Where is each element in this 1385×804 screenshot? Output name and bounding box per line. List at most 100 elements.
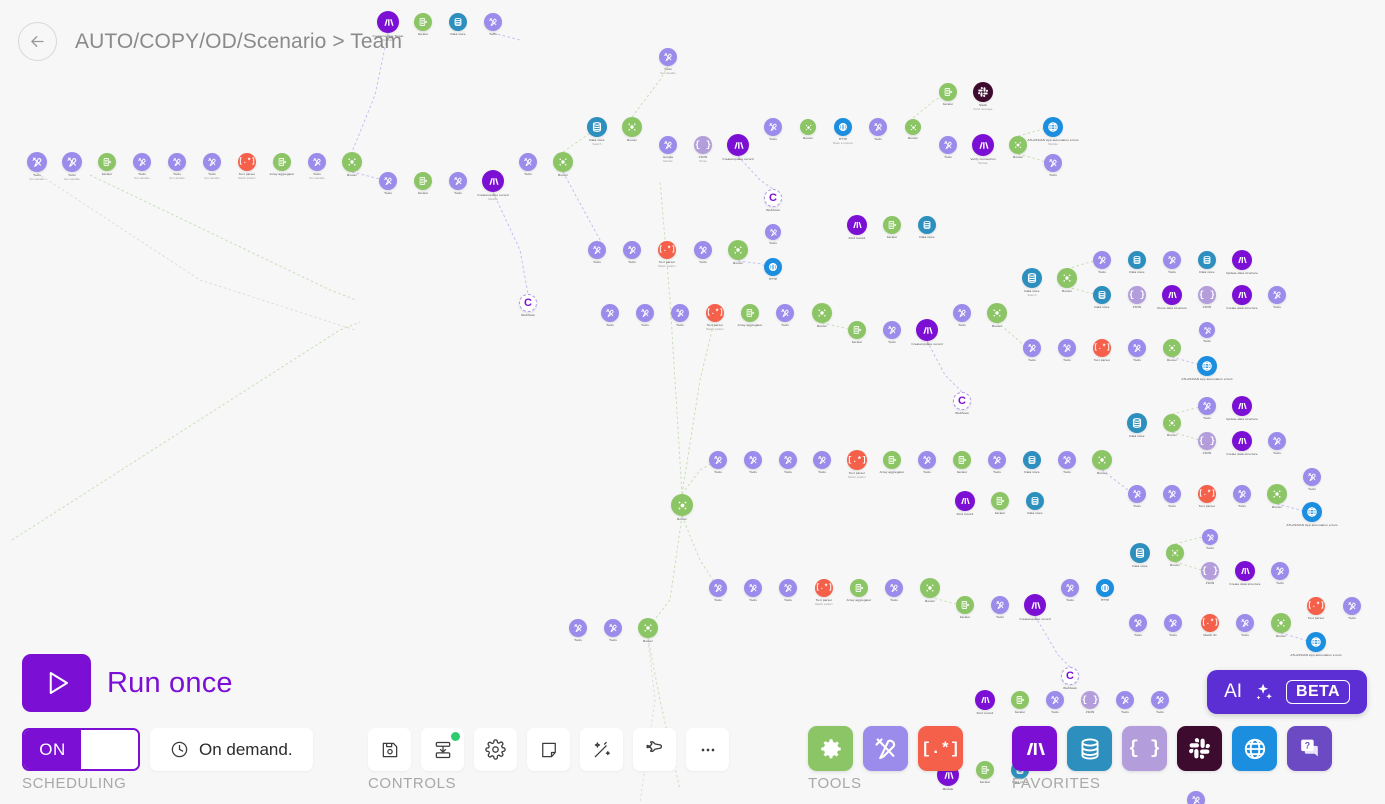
scenario-node[interactable]: C Webhook xyxy=(764,189,782,212)
node-router-icon[interactable] xyxy=(800,119,816,135)
scenario-node[interactable]: Tools xyxy=(1202,529,1218,550)
scenario-node[interactable]: Tools xyxy=(744,451,762,474)
scenario-node[interactable]: Tools xyxy=(779,451,797,474)
node-router-icon[interactable] xyxy=(1092,450,1112,470)
node-braces-icon[interactable]: { } xyxy=(1081,691,1099,709)
scenario-node[interactable]: [.*] Text parser Match pattern xyxy=(706,304,724,331)
scenario-node[interactable]: C Webhook xyxy=(519,294,537,317)
node-tools-icon[interactable] xyxy=(813,451,831,469)
scenario-node[interactable]: Tools xyxy=(519,153,537,176)
node-array-aggregator-icon[interactable] xyxy=(939,83,957,101)
node-globe-icon[interactable] xyxy=(1096,579,1114,597)
node-make-logo-icon[interactable] xyxy=(1232,431,1252,451)
node-tools-icon[interactable] xyxy=(1163,485,1181,503)
tools-gear-button[interactable] xyxy=(808,726,853,771)
scenario-node[interactable]: Data store xyxy=(1127,413,1147,438)
scenario-node[interactable]: Router xyxy=(1163,339,1181,362)
node-tools-icon[interactable] xyxy=(883,321,901,339)
node-regex-icon[interactable]: [.*] xyxy=(847,450,867,470)
scenario-node[interactable]: Iterator xyxy=(414,13,432,36)
node-tools-icon[interactable] xyxy=(869,118,887,136)
scenario-node[interactable]: { } JSON xyxy=(1128,286,1146,309)
scenario-node[interactable]: Router xyxy=(342,152,362,177)
scenario-node[interactable]: Data store xyxy=(1023,451,1041,474)
scenario-node[interactable]: Tools xyxy=(1163,251,1181,274)
node-tools-icon[interactable] xyxy=(1128,485,1146,503)
node-router-icon[interactable] xyxy=(553,152,573,172)
auto-align-button[interactable] xyxy=(580,728,623,771)
node-tools-icon[interactable] xyxy=(709,579,727,597)
scenario-node[interactable]: Data store xyxy=(918,216,936,239)
breadcrumb[interactable]: AUTO/COPY/OD/Scenario > Team xyxy=(75,30,402,54)
node-braces-icon[interactable]: { } xyxy=(1201,562,1219,580)
scenario-node[interactable]: Tools xyxy=(776,304,794,327)
node-tools-icon[interactable] xyxy=(27,152,47,172)
node-tools-icon[interactable] xyxy=(601,304,619,322)
node-tools-icon[interactable] xyxy=(1198,397,1216,415)
node-regex-icon[interactable]: [.*] xyxy=(1198,485,1216,503)
node-make-logo-icon[interactable] xyxy=(1024,594,1046,616)
scenario-node[interactable]: C Webhook xyxy=(1061,667,1079,690)
scenario-node[interactable]: Tools Set variable xyxy=(27,152,47,181)
scenario-node[interactable]: Tools xyxy=(449,172,467,195)
scenario-node[interactable]: [.*] Text parser xyxy=(1198,485,1216,508)
scenario-node[interactable]: Tools xyxy=(1233,485,1251,508)
scenario-node[interactable]: Tools xyxy=(1271,562,1289,585)
scenario-node[interactable]: Tools xyxy=(1023,339,1041,362)
node-tools-icon[interactable] xyxy=(203,153,221,171)
scenario-node[interactable]: Tools xyxy=(623,241,641,264)
node-tools-icon[interactable] xyxy=(168,153,186,171)
node-tools-icon[interactable] xyxy=(484,13,502,31)
node-regex-icon[interactable]: [.*] xyxy=(1093,339,1111,357)
scenario-node[interactable]: Router xyxy=(1163,414,1181,437)
node-array-aggregator-icon[interactable] xyxy=(1011,691,1029,709)
scenario-node[interactable]: Tools xyxy=(1061,579,1079,602)
scenario-node[interactable]: [.*] Text parser Match pattern xyxy=(658,241,676,268)
scenario-node[interactable]: Iterator xyxy=(1011,691,1029,714)
scenario-node[interactable]: Tools xyxy=(988,451,1006,474)
run-once-button[interactable] xyxy=(22,654,91,712)
node-braces-icon[interactable]: { } xyxy=(694,136,712,154)
node-router-icon[interactable] xyxy=(728,240,748,260)
node-regex-icon[interactable]: [.*] xyxy=(658,241,676,259)
scenario-node[interactable]: Tools xyxy=(636,304,654,327)
scenario-node[interactable]: Tools xyxy=(764,118,782,141)
node-router-icon[interactable] xyxy=(638,618,658,638)
schedule-setting-button[interactable]: On demand. xyxy=(150,728,313,771)
scenario-node[interactable]: [.*] Text parser xyxy=(1093,339,1111,362)
scenario-node[interactable]: HTTP xyxy=(1096,579,1114,602)
node-router-icon[interactable] xyxy=(671,494,693,516)
node-array-aggregator-icon[interactable] xyxy=(850,579,868,597)
node-tools-icon[interactable] xyxy=(1058,451,1076,469)
scenario-node[interactable]: Tools xyxy=(885,579,903,602)
node-router-icon[interactable] xyxy=(622,117,642,137)
node-make-logo-icon[interactable] xyxy=(955,491,975,511)
scenario-node[interactable]: Tools xyxy=(1116,691,1134,714)
scenario-node[interactable]: [.*] Text parser Match pattern xyxy=(847,450,867,479)
scenario-node[interactable]: Create/update record Module xyxy=(477,170,509,201)
node-tools-icon[interactable] xyxy=(744,579,762,597)
scenario-node[interactable]: Tools xyxy=(953,304,971,327)
scenario-node[interactable]: Tools xyxy=(744,579,762,602)
node-tools-icon[interactable] xyxy=(765,224,781,240)
favorite-datastore-button[interactable] xyxy=(1067,726,1112,771)
scenario-node[interactable]: HTTP Make a request xyxy=(833,118,853,145)
scenario-node[interactable]: Tools xyxy=(1236,614,1254,637)
node-tools-icon[interactable] xyxy=(1061,579,1079,597)
scenario-node[interactable]: Find record xyxy=(955,491,975,516)
scenario-node[interactable]: Data store xyxy=(1026,492,1044,515)
back-button[interactable] xyxy=(18,22,57,61)
node-globe-icon[interactable] xyxy=(1197,356,1217,376)
scenario-node[interactable]: Router xyxy=(1267,484,1287,509)
node-tools-icon[interactable] xyxy=(1116,691,1134,709)
scenario-node[interactable]: [.*] Text parser xyxy=(1307,597,1325,620)
scenario-node[interactable]: Tools xyxy=(484,13,502,36)
node-c-badge-icon[interactable]: C xyxy=(764,189,782,207)
node-tools-icon[interactable] xyxy=(885,579,903,597)
node-make-logo-icon[interactable] xyxy=(1232,285,1252,305)
node-array-aggregator-icon[interactable] xyxy=(991,492,1009,510)
scenario-node[interactable]: ATLASSIAN App automation errors xyxy=(1181,356,1233,381)
scenario-node[interactable]: Array aggregator xyxy=(880,451,904,474)
node-database-icon[interactable] xyxy=(1026,492,1044,510)
node-tools-icon[interactable] xyxy=(1023,339,1041,357)
